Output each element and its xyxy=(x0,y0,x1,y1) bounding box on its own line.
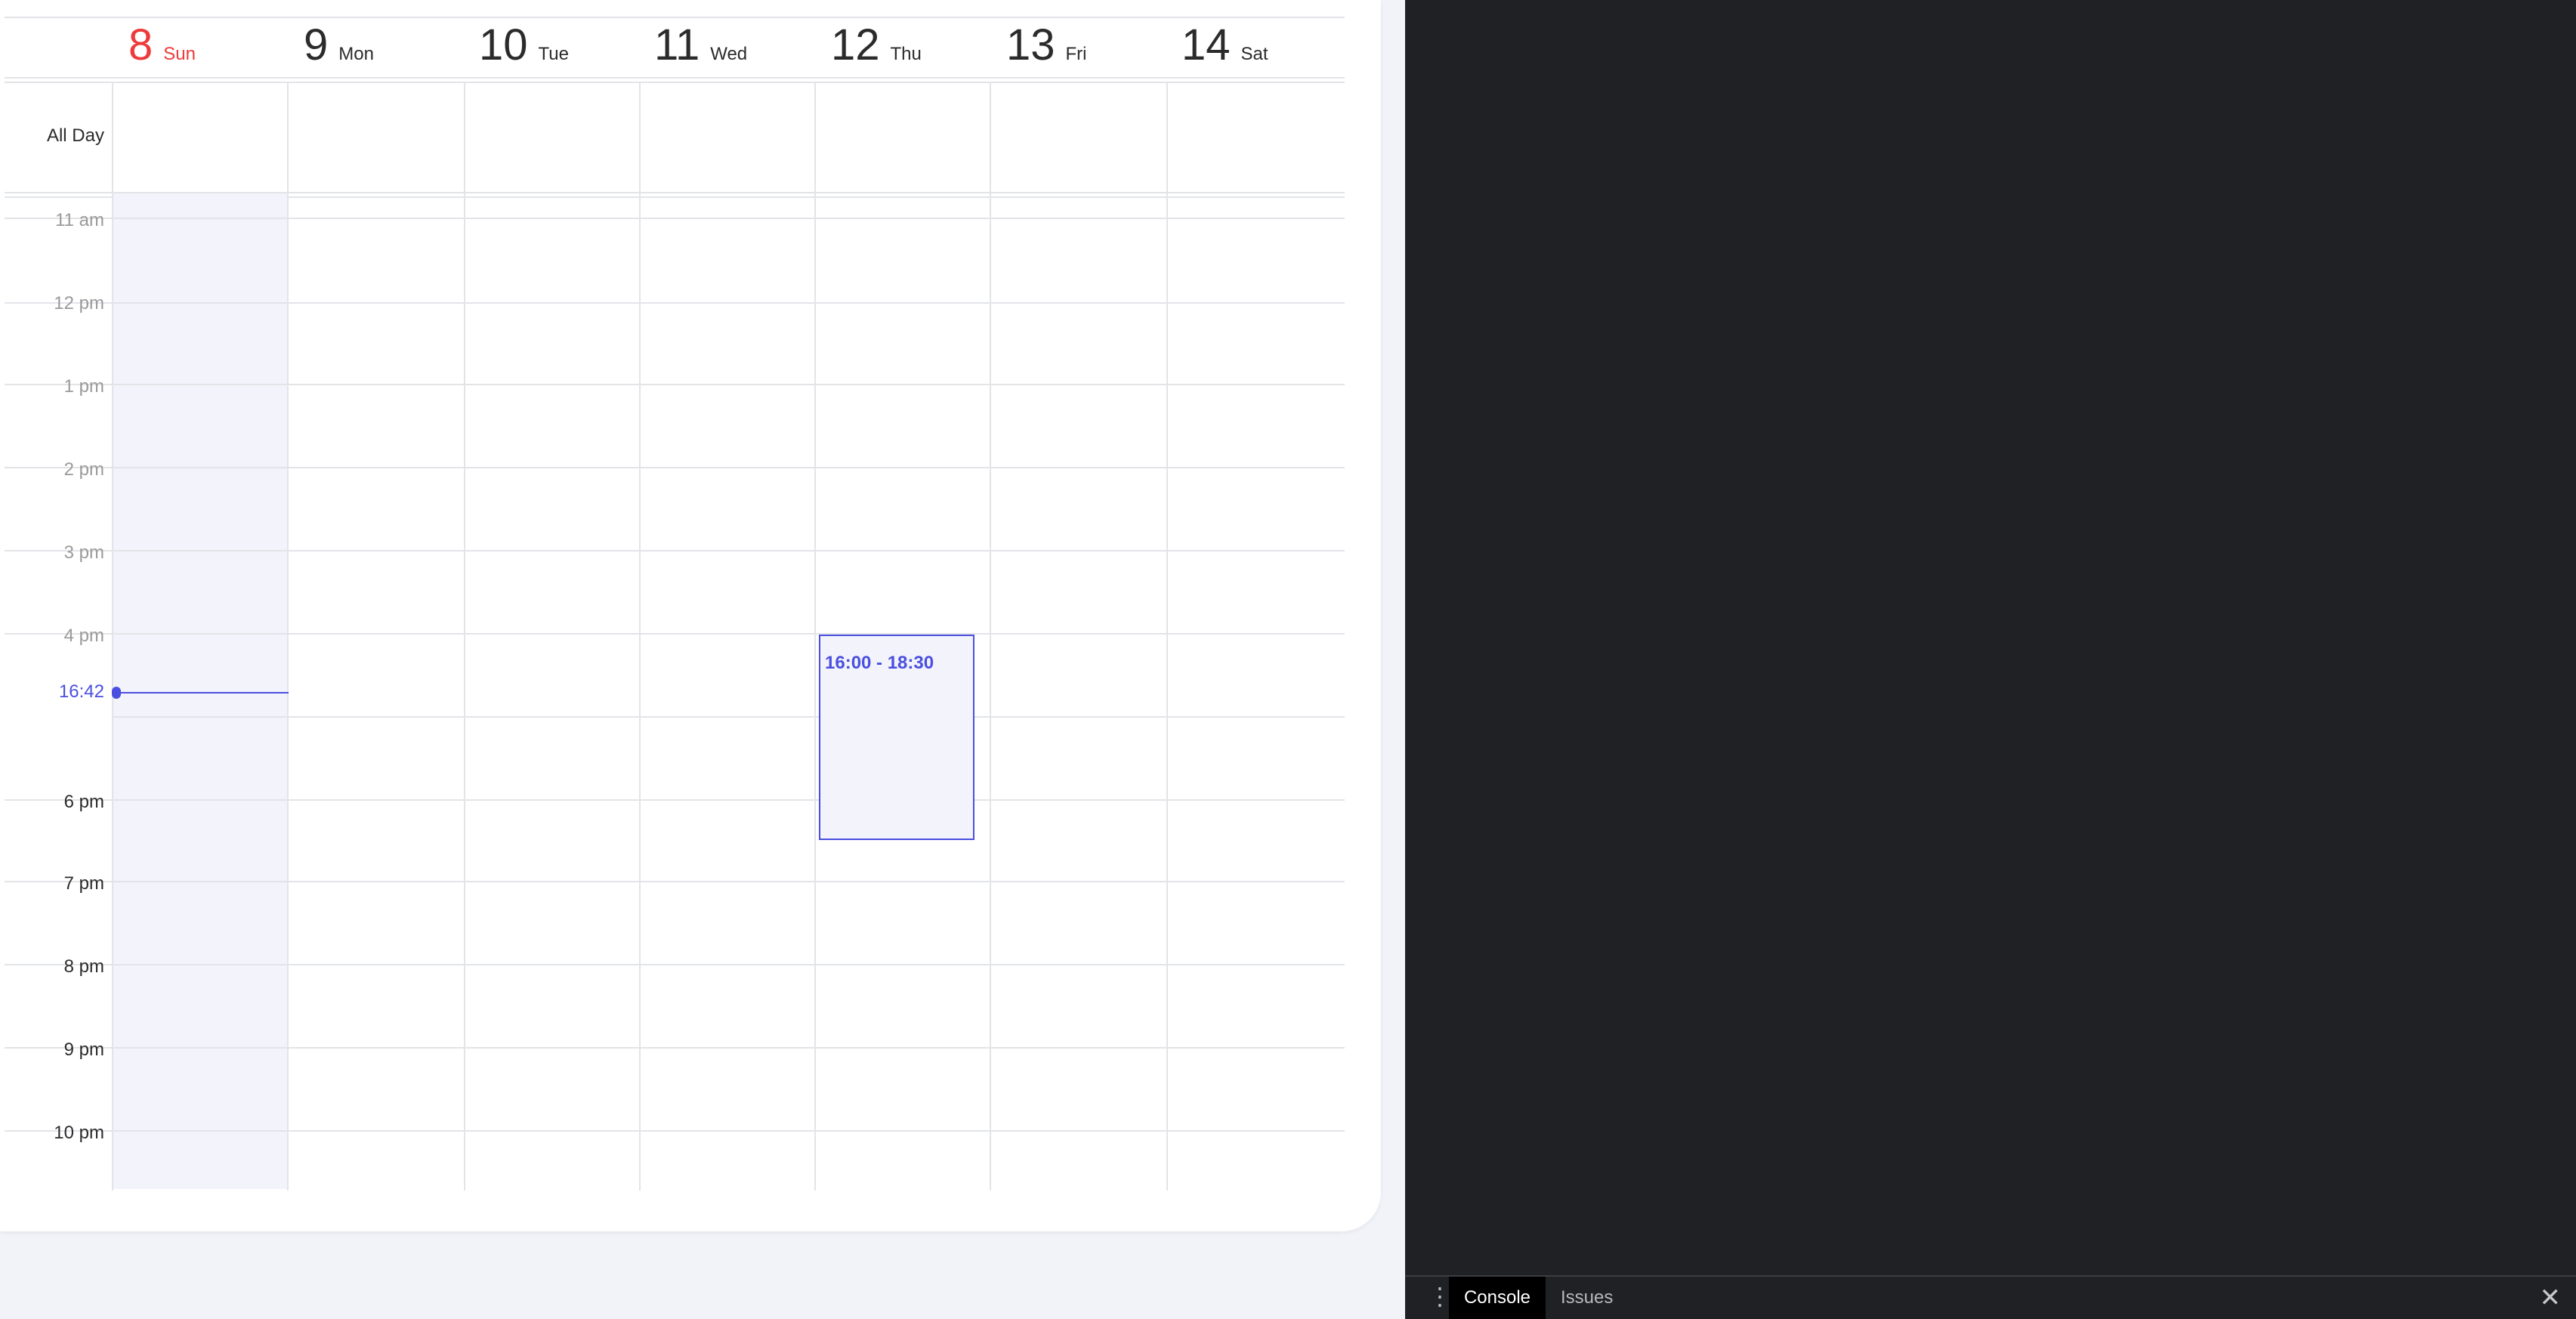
hour-label: 6 pm xyxy=(63,792,104,812)
day-number: 9 xyxy=(304,20,329,70)
current-time-dot xyxy=(112,687,121,699)
hour-label: 11 am xyxy=(55,210,104,230)
hour-label: 10 pm xyxy=(54,1123,104,1143)
day-name: Mon xyxy=(338,44,374,64)
hour-line xyxy=(5,384,1345,385)
hour-line xyxy=(5,550,1345,551)
hour-line xyxy=(5,302,1345,304)
today-column-highlight xyxy=(113,193,289,1189)
day-name: Sat xyxy=(1240,44,1268,64)
day-number: 14 xyxy=(1181,20,1231,70)
tab-console[interactable]: Console xyxy=(1449,1277,1546,1319)
column-divider xyxy=(464,83,465,1191)
hour-label: 8 pm xyxy=(63,956,104,977)
hour-line xyxy=(5,964,1345,965)
column-divider xyxy=(990,83,991,1191)
hour-line xyxy=(5,799,1345,801)
hour-line xyxy=(5,633,1345,635)
devtools-drawer-tabbar: ⋮ Console Issues ✕ xyxy=(1405,1275,2576,1319)
day-number: 8 xyxy=(128,20,153,70)
hour-label: 1 pm xyxy=(63,376,104,397)
day-name: Sun xyxy=(163,44,196,64)
hour-line xyxy=(5,881,1345,882)
hour-line xyxy=(5,1130,1345,1132)
day-name: Fri xyxy=(1065,44,1087,64)
column-divider xyxy=(639,83,641,1191)
tab-issues[interactable]: Issues xyxy=(1561,1277,1613,1319)
devtools-panel: ⋮ Console Issues ✕ xyxy=(1405,0,2576,1319)
column-divider xyxy=(287,83,289,1191)
hour-line xyxy=(113,716,1345,718)
day-header-fri[interactable]: 13 Fri xyxy=(1006,20,1087,73)
day-number: 11 xyxy=(654,20,700,70)
event-time: 16:00 - 18:30 xyxy=(825,653,934,673)
day-number: 13 xyxy=(1006,20,1055,70)
hour-label: 7 pm xyxy=(63,873,104,894)
day-header-sun[interactable]: 8 Sun xyxy=(128,20,196,73)
header-bottom-border xyxy=(5,77,1345,79)
day-name: Thu xyxy=(890,44,922,64)
column-divider xyxy=(1166,83,1168,1191)
all-day-label: All Day xyxy=(46,125,104,146)
day-number: 10 xyxy=(479,20,528,70)
day-name: Wed xyxy=(710,44,748,64)
calendar-week-view: 8 Sun 9 Mon 10 Tue 11 Wed 12 Thu 13 Fri 14 Sat … xyxy=(0,0,1381,1231)
day-number: 12 xyxy=(831,20,880,70)
day-header-tue[interactable]: 10 Tue xyxy=(479,20,569,73)
hour-label: 12 pm xyxy=(54,293,104,314)
day-header-mon[interactable]: 9 Mon xyxy=(304,20,374,73)
current-time-line xyxy=(113,692,289,693)
header-bottom-border-2 xyxy=(5,82,1345,83)
hour-line xyxy=(5,467,1345,468)
day-header-sat[interactable]: 14 Sat xyxy=(1181,20,1268,73)
hour-label: 2 pm xyxy=(63,459,104,480)
day-header-thu[interactable]: 12 Thu xyxy=(831,20,922,73)
day-header-wed[interactable]: 11 Wed xyxy=(654,20,747,73)
column-divider xyxy=(814,83,816,1191)
current-time-label: 16:42 xyxy=(58,681,104,702)
hour-label: 3 pm xyxy=(63,542,104,563)
close-icon[interactable]: ✕ xyxy=(2540,1277,2562,1319)
day-name: Tue xyxy=(538,44,569,64)
calendar-event[interactable]: 16:00 - 18:30 xyxy=(819,635,974,840)
header-top-border xyxy=(5,17,1345,18)
hour-label: 4 pm xyxy=(63,626,104,646)
hour-line xyxy=(5,218,1345,219)
column-divider xyxy=(112,83,113,1191)
hour-label: 9 pm xyxy=(63,1039,104,1060)
hour-line xyxy=(5,1047,1345,1049)
